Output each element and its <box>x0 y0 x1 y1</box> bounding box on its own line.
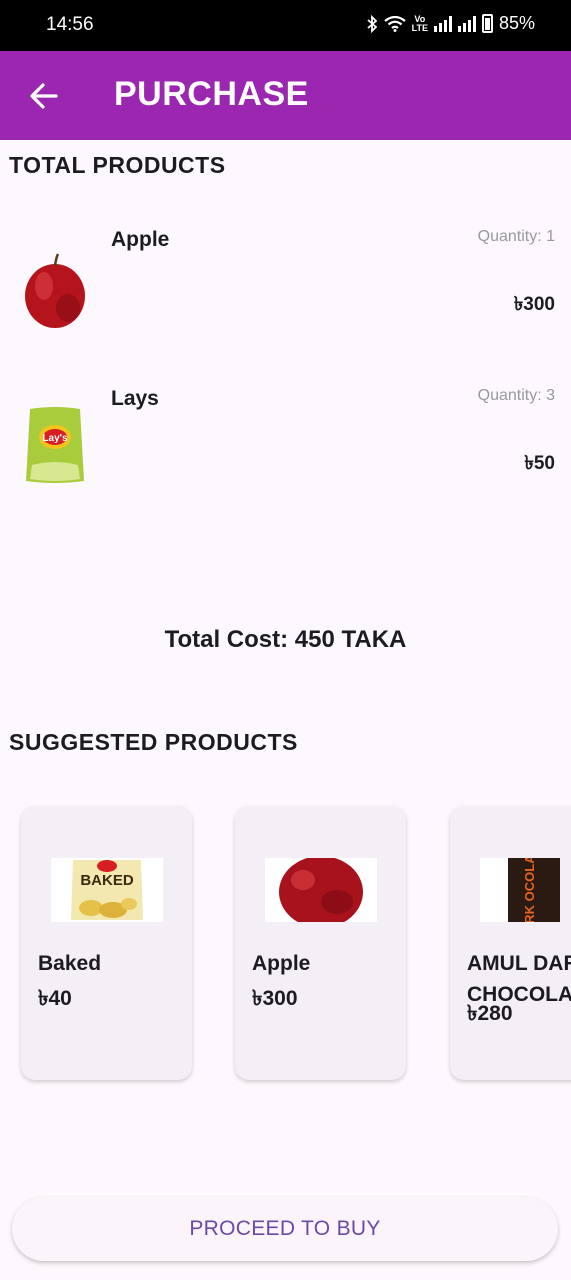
status-bar: 14:56 Vo LTE 85% <box>0 0 571 51</box>
battery-icon <box>481 14 493 33</box>
proceed-to-buy-button[interactable]: PROCEED TO BUY <box>12 1197 558 1261</box>
cart-item: Apple Quantity: 1 ৳300 <box>0 228 571 368</box>
baked-chips-label: BAKED <box>80 872 134 889</box>
volte-icon: Vo LTE <box>411 14 428 33</box>
product-card-price: ৳280 <box>467 1002 513 1025</box>
cart-item: Lay's Lays Quantity: 3 ৳50 <box>0 387 571 527</box>
baked-chips-image: BAKED <box>51 858 163 922</box>
product-card-price: ৳300 <box>252 987 298 1010</box>
total-cost: Total Cost: 450 TAKA <box>164 626 407 653</box>
signal-icon <box>433 15 452 32</box>
total-products-heading: TOTAL PRODUCTS <box>9 152 226 178</box>
lays-chips-image: Lay's <box>26 407 84 483</box>
wifi-icon <box>383 15 406 32</box>
svg-text:Lay's: Lay's <box>42 433 68 444</box>
cart-item-quantity: Quantity: 1 <box>477 228 555 245</box>
cart-item-price: ৳50 <box>524 453 555 474</box>
cart-item-name: Lays <box>111 387 159 410</box>
signal-icon-2 <box>457 15 476 32</box>
product-card-price: ৳40 <box>38 987 72 1010</box>
product-card-name: Baked <box>38 952 102 975</box>
product-card-name-line1: AMUL DAR <box>467 952 571 975</box>
suggested-products-heading: SUGGESTED PRODUCTS <box>9 729 298 755</box>
cart-item-quantity: Quantity: 3 <box>477 387 555 404</box>
volte-line2: LTE <box>411 22 428 33</box>
product-card-name: Apple <box>252 952 311 975</box>
dark-chocolate-image: ARK OCOLATE <box>480 858 560 922</box>
product-card[interactable]: BAKED Baked ৳40 <box>21 806 192 1080</box>
bluetooth-icon <box>367 14 377 33</box>
status-icons: Vo LTE 85% <box>366 13 535 34</box>
cart-item-price: ৳300 <box>513 294 555 315</box>
battery-percent: 85% <box>498 13 535 33</box>
arrow-left-icon[interactable] <box>28 81 60 111</box>
cart-item-name: Apple <box>111 228 170 251</box>
apple-image <box>25 253 85 328</box>
dark-chocolate-label: ARK OCOLATE <box>522 858 537 922</box>
product-card[interactable]: ARK OCOLATE AMUL DAR CHOCOLA ৳280 <box>450 806 571 1080</box>
app-bar: PURCHASE <box>0 51 571 140</box>
status-time: 14:56 <box>46 14 94 35</box>
apple-image <box>265 858 377 922</box>
page-title: PURCHASE <box>114 75 309 113</box>
product-card[interactable]: Apple ৳300 <box>235 806 406 1080</box>
